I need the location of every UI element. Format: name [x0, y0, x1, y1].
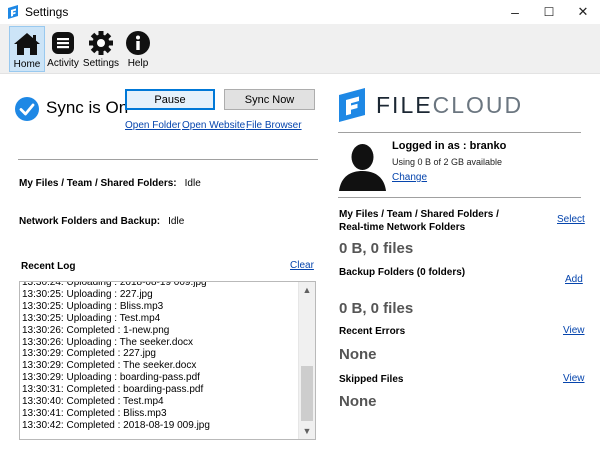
- backup-size: 0 B, 0 files: [339, 300, 414, 317]
- log-line: 13:30:29: Uploading : boarding-pass.pdf: [22, 372, 200, 384]
- log-line: 13:30:25: Uploading : Test.mp4: [22, 312, 161, 324]
- maximize-button[interactable]: ☐: [532, 0, 566, 24]
- view-skipped-link[interactable]: View: [563, 373, 585, 384]
- clear-log-link[interactable]: Clear: [290, 260, 314, 271]
- log-line: 13:30:42: Completed : 2018-08-19 009.jpg: [22, 419, 210, 431]
- my-files-size: 0 B, 0 files: [339, 240, 414, 257]
- toolbar-home-button[interactable]: Home: [9, 26, 45, 72]
- toolbar-help-button[interactable]: Help: [123, 26, 153, 72]
- filecloud-app-icon: [8, 5, 18, 19]
- change-account-link[interactable]: Change: [392, 172, 427, 183]
- right-divider-bottom: [338, 197, 581, 198]
- logged-in-as: Logged in as : branko: [392, 140, 507, 152]
- log-line: 13:30:26: Uploading : The seeker.docx: [22, 336, 194, 348]
- my-files-title-line2: Real-time Network Folders: [339, 222, 466, 233]
- backup-folders-title: Backup Folders (0 folders): [339, 267, 466, 278]
- log-line: 13:30:26: Completed : 1-new.png: [22, 324, 170, 336]
- scroll-down-icon[interactable]: ▼: [299, 423, 315, 439]
- my-files-title-line1: My Files / Team / Shared Folders /: [339, 209, 499, 220]
- log-line: 13:30:40: Completed : Test.mp4: [22, 396, 164, 408]
- my-files-section-title: My Files / Team / Shared Folders / Real-…: [339, 208, 499, 234]
- log-line: 13:30:31: Completed : boarding-pass.pdf: [22, 384, 204, 396]
- log-line: 13:30:29: Completed : The seeker.docx: [22, 360, 197, 372]
- scroll-up-icon[interactable]: ▲: [299, 282, 315, 298]
- quota-text: Using 0 B of 2 GB available: [392, 157, 503, 167]
- checkmark-icon: [15, 97, 39, 121]
- toolbar-home-label: Home: [13, 59, 41, 70]
- gear-icon: [89, 31, 113, 55]
- my-files-status-value: Idle: [184, 178, 201, 189]
- select-folders-link[interactable]: Select: [557, 214, 585, 225]
- toolbar-settings-button[interactable]: Settings: [81, 26, 121, 72]
- log-lines: 13:30:24: Uploading : 2018-08-19 009.jpg…: [22, 281, 300, 432]
- pause-button[interactable]: Pause: [125, 89, 215, 110]
- info-icon: [126, 31, 150, 55]
- recent-errors-title: Recent Errors: [339, 326, 406, 337]
- skipped-files-title: Skipped Files: [339, 374, 404, 385]
- log-line: 13:30:41: Completed : Bliss.mp3: [22, 407, 167, 419]
- skipped-value: None: [339, 393, 377, 410]
- my-files-status-label: My Files / Team / Shared Folders:: [19, 178, 177, 189]
- window-title: Settings: [25, 5, 69, 19]
- sync-now-button[interactable]: Sync Now: [224, 89, 315, 110]
- minimize-button[interactable]: –: [498, 0, 532, 24]
- sync-status: Sync is On: [46, 98, 129, 117]
- left-divider: [18, 159, 318, 160]
- log-line: 13:30:24: Uploading : 2018-08-19 009.jpg: [22, 281, 207, 288]
- list-icon: [52, 32, 74, 54]
- network-status-row: Network Folders and Backup: Idle: [19, 216, 184, 227]
- brand-bold: FILE: [376, 92, 433, 118]
- scroll-thumb[interactable]: [301, 366, 313, 421]
- toolbar: Home Activity Settings Help: [0, 24, 600, 74]
- file-browser-link[interactable]: File Browser: [246, 120, 302, 131]
- open-folder-link[interactable]: Open Folder: [125, 120, 181, 131]
- open-website-link[interactable]: Open Website: [182, 120, 245, 131]
- avatar: [339, 144, 386, 191]
- network-status-label: Network Folders and Backup:: [19, 216, 161, 227]
- close-button[interactable]: ✕: [566, 0, 600, 24]
- recent-log-list[interactable]: 13:30:24: Uploading : 2018-08-19 009.jpg…: [19, 281, 316, 440]
- errors-value: None: [339, 346, 377, 363]
- log-line: 13:30:25: Uploading : 227.jpg: [22, 288, 153, 300]
- toolbar-settings-label: Settings: [82, 58, 120, 69]
- right-divider-top: [338, 132, 581, 133]
- log-scrollbar[interactable]: ▲ ▼: [298, 282, 315, 439]
- filecloud-logo-icon: [339, 88, 365, 122]
- network-status-value: Idle: [168, 216, 185, 227]
- add-backup-link[interactable]: Add: [565, 274, 583, 285]
- log-line: 13:30:25: Uploading : Bliss.mp3: [22, 300, 164, 312]
- title-bar: Settings – ☐ ✕: [0, 0, 600, 24]
- log-line: 13:30:29: Completed : 227.jpg: [22, 348, 156, 360]
- brand-light: CLOUD: [432, 92, 524, 118]
- view-errors-link[interactable]: View: [563, 325, 585, 336]
- recent-log-title: Recent Log: [21, 261, 76, 272]
- toolbar-activity-button[interactable]: Activity: [46, 26, 80, 72]
- toolbar-help-label: Help: [127, 58, 149, 69]
- home-icon: [14, 33, 40, 55]
- filecloud-wordmark: FILECLOUD: [376, 92, 523, 119]
- toolbar-activity-label: Activity: [47, 58, 79, 69]
- my-files-status-row: My Files / Team / Shared Folders: Idle: [19, 178, 201, 189]
